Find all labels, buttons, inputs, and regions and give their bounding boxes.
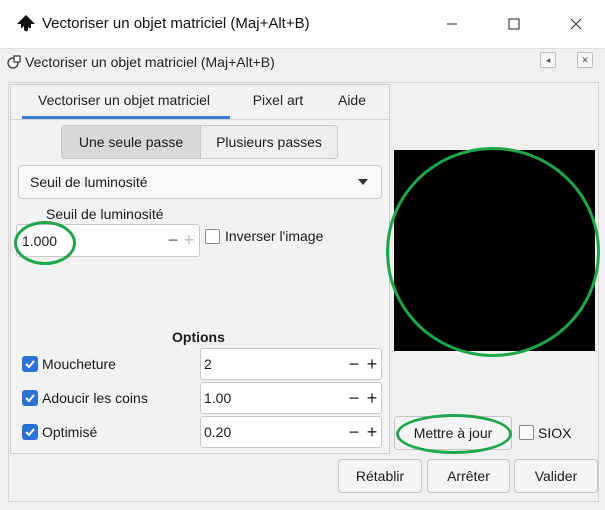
smooth-corners-checkbox[interactable] xyxy=(22,390,38,406)
close-icon[interactable] xyxy=(560,10,592,38)
optimize-label: Optimisé xyxy=(42,424,98,440)
speckles-decrement-button[interactable]: − xyxy=(348,355,360,373)
invert-checkbox[interactable] xyxy=(205,229,220,244)
invert-label: Inverser l'image xyxy=(225,228,324,244)
dock-iconify-icon[interactable]: ◂ xyxy=(540,52,556,68)
tab-aide[interactable]: Aide xyxy=(326,92,378,118)
optimize-decrement-button[interactable]: − xyxy=(348,423,360,441)
checkmark-icon xyxy=(25,394,35,403)
method-select-value: Seuil de luminosité xyxy=(30,174,148,190)
checkmark-icon xyxy=(25,428,35,437)
ok-button[interactable]: Valider xyxy=(514,459,598,493)
dialog-icon xyxy=(6,54,22,70)
options-heading: Options xyxy=(172,329,225,345)
window-title: Vectoriser un objet matriciel (Maj+Alt+B… xyxy=(42,15,310,32)
active-tab-indicator xyxy=(22,116,230,119)
chevron-down-icon xyxy=(358,179,368,185)
single-pass-button[interactable]: Une seule passe xyxy=(61,125,201,159)
speckles-label: Moucheture xyxy=(42,356,116,372)
annotation-circle-update xyxy=(396,414,512,454)
annotation-circle-threshold xyxy=(14,221,76,265)
inkscape-logo-icon xyxy=(16,14,36,34)
siox-checkbox[interactable] xyxy=(519,425,534,440)
smooth-corners-label: Adoucir les coins xyxy=(42,390,148,406)
minimize-icon[interactable] xyxy=(436,10,468,38)
reset-button[interactable]: Rétablir xyxy=(338,459,422,493)
speckles-increment-button[interactable]: + xyxy=(366,355,378,373)
tab-vectoriser[interactable]: Vectoriser un objet matriciel xyxy=(18,92,230,118)
smooth-corners-decrement-button[interactable]: − xyxy=(348,389,360,407)
threshold-label: Seuil de luminosité xyxy=(46,206,164,222)
dock-close-icon[interactable]: ✕ xyxy=(577,52,593,68)
speckles-value: 2 xyxy=(204,356,212,372)
threshold-increment-button[interactable]: + xyxy=(182,229,196,251)
optimize-increment-button[interactable]: + xyxy=(366,423,378,441)
checkmark-icon xyxy=(25,360,35,369)
annotation-circle-preview xyxy=(386,147,600,357)
smooth-corners-increment-button[interactable]: + xyxy=(366,389,378,407)
siox-label: SIOX xyxy=(538,425,572,441)
tab-divider xyxy=(11,119,389,120)
threshold-decrement-button[interactable]: − xyxy=(166,229,180,251)
stop-button[interactable]: Arrêter xyxy=(427,459,510,493)
optimize-value: 0.20 xyxy=(204,424,232,440)
tab-pixel-art[interactable]: Pixel art xyxy=(238,92,318,118)
dock-title: Vectoriser un objet matriciel (Maj+Alt+B… xyxy=(25,54,275,70)
optimize-checkbox[interactable] xyxy=(22,424,38,440)
maximize-icon[interactable] xyxy=(498,10,530,38)
smooth-corners-value: 1.00 xyxy=(204,390,232,406)
multiple-passes-button[interactable]: Plusieurs passes xyxy=(200,125,338,159)
speckles-checkbox[interactable] xyxy=(22,356,38,372)
